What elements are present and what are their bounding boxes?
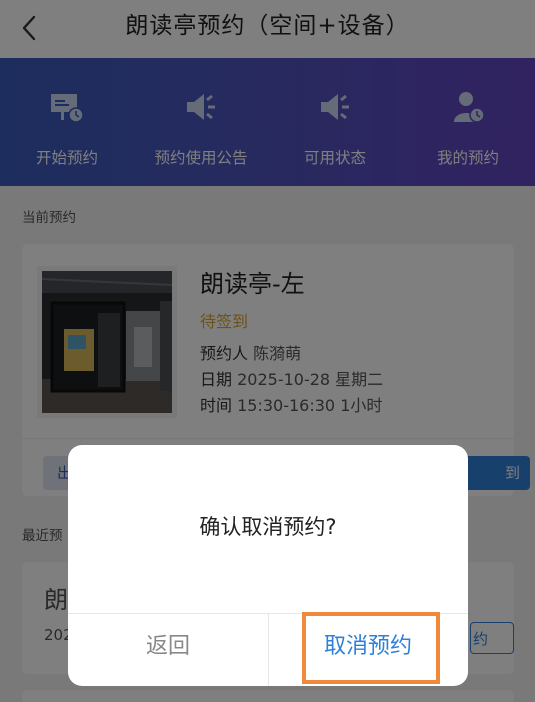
dialog-message: 确认取消预约? xyxy=(199,515,337,539)
back-button[interactable]: 返回 xyxy=(68,613,268,686)
highlight-box xyxy=(302,612,440,684)
